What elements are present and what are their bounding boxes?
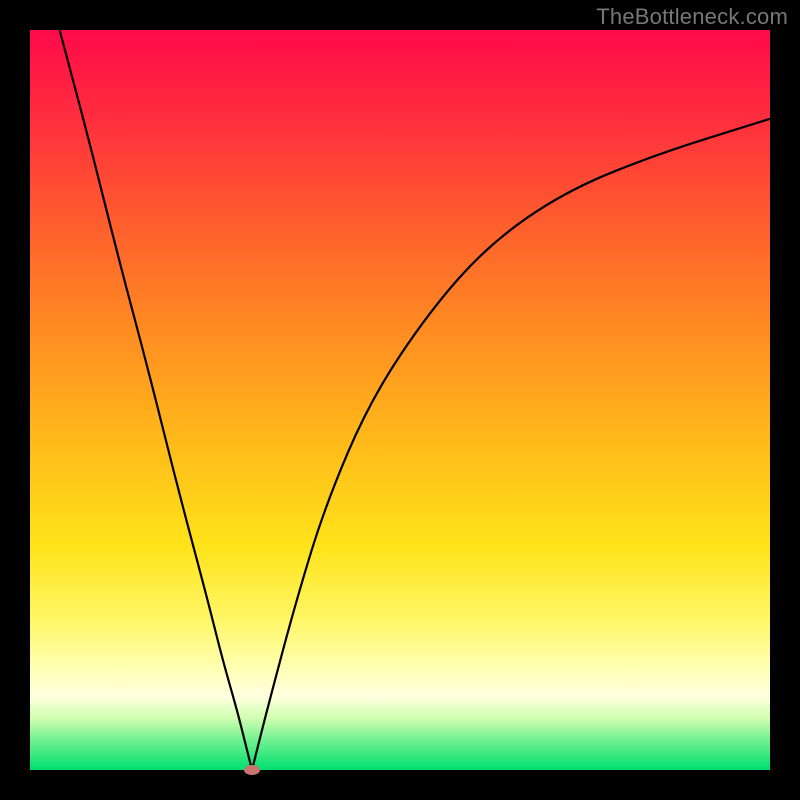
plot-area <box>30 30 770 770</box>
watermark-text: TheBottleneck.com <box>596 4 788 30</box>
bottleneck-curve <box>30 30 770 770</box>
minimum-marker <box>244 765 260 775</box>
chart-frame: TheBottleneck.com <box>0 0 800 800</box>
curve-path <box>60 30 770 770</box>
